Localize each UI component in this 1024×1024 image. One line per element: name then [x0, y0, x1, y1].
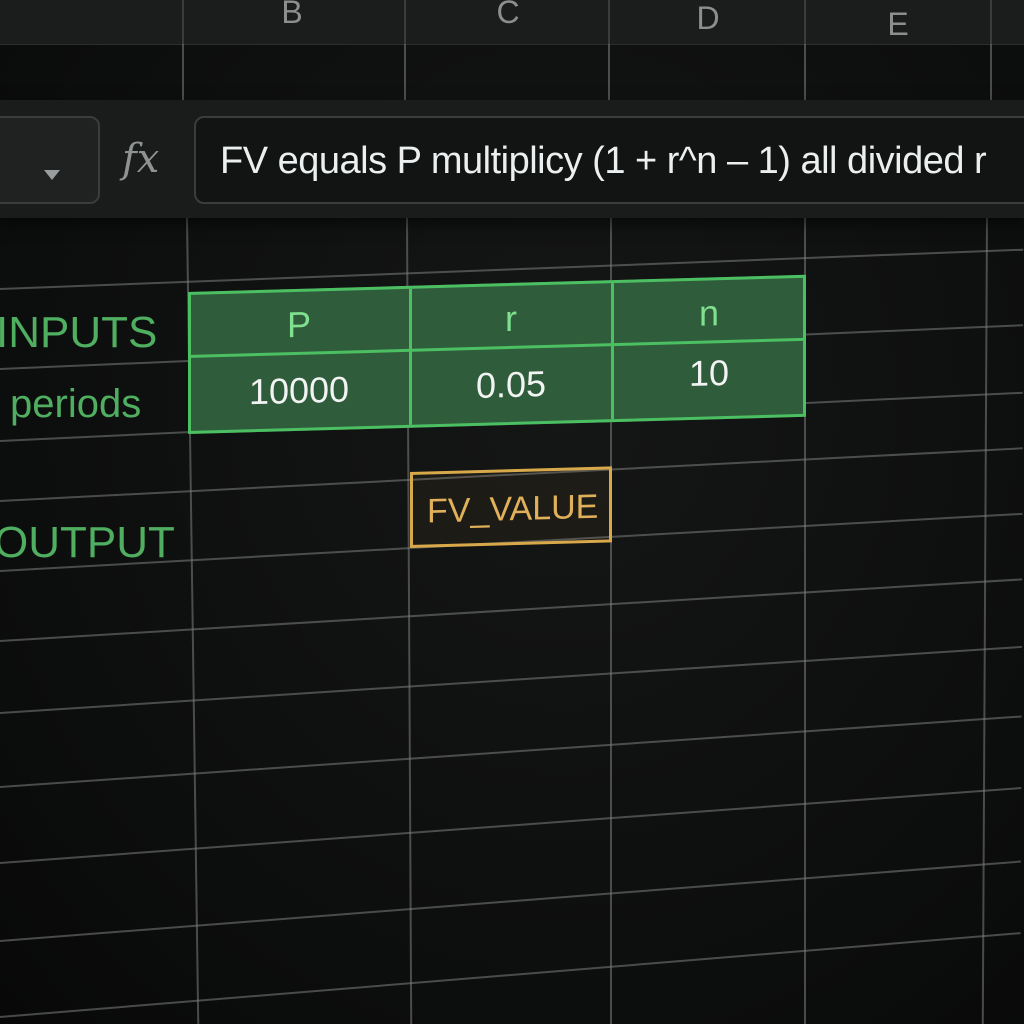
- grid-column-line: [990, 44, 992, 104]
- column-separator: [404, 0, 406, 44]
- column-separator: [804, 0, 806, 44]
- formula-text: FV equals P multiplicy (1 + r^n – 1) all…: [220, 140, 987, 182]
- table-divider: [611, 283, 614, 420]
- column-separator: [608, 0, 610, 44]
- function-icon[interactable]: fx: [122, 136, 159, 182]
- column-separator: [990, 0, 992, 44]
- input-header-n[interactable]: n: [699, 292, 719, 335]
- column-header-bar: B C D E: [0, 0, 1024, 45]
- chevron-down-icon[interactable]: [44, 170, 60, 180]
- formula-bar: fx FV equals P multiplicy (1 + r^n – 1) …: [0, 100, 1024, 218]
- column-header-c[interactable]: C: [496, 0, 519, 31]
- grid-row-line: [0, 932, 1021, 1018]
- table-divider: [409, 288, 412, 425]
- input-header-p[interactable]: P: [287, 304, 311, 347]
- inputs-table: P r n 10000 0.05 10: [188, 274, 806, 434]
- grid-column-line: [404, 44, 406, 104]
- formula-input[interactable]: FV equals P multiplicy (1 + r^n – 1) all…: [194, 116, 1024, 204]
- spreadsheet-window: B C D E fx FV equals P multiplicy (1 + r…: [0, 0, 1024, 1024]
- grid-column-line: [981, 217, 988, 1024]
- grid-row-line: [0, 578, 1023, 642]
- output-cell[interactable]: FV_VALUE: [410, 466, 612, 548]
- column-header-e[interactable]: E: [887, 6, 908, 43]
- grid-column-line: [182, 44, 184, 104]
- output-value: FV_VALUE: [427, 487, 599, 531]
- row-label-periods: periods: [10, 382, 142, 426]
- grid-row-line: [0, 645, 1022, 714]
- grid-column-line: [608, 44, 610, 104]
- row-label-inputs: INPUTS: [0, 308, 158, 357]
- column-header-b[interactable]: B: [281, 0, 302, 31]
- grid-row-line: [0, 860, 1021, 942]
- column-separator: [182, 0, 184, 44]
- grid-column-line: [804, 44, 806, 104]
- name-box[interactable]: [0, 116, 100, 204]
- row-label-output: OUTPUT: [0, 518, 175, 567]
- input-value-r[interactable]: 0.05: [476, 363, 546, 407]
- input-header-r[interactable]: r: [505, 298, 517, 340]
- input-value-n[interactable]: 10: [689, 352, 729, 395]
- input-value-p[interactable]: 10000: [249, 369, 349, 414]
- grid-row-line: [0, 715, 1022, 788]
- grid-row-line: [0, 787, 1022, 864]
- column-header-d[interactable]: D: [696, 0, 719, 37]
